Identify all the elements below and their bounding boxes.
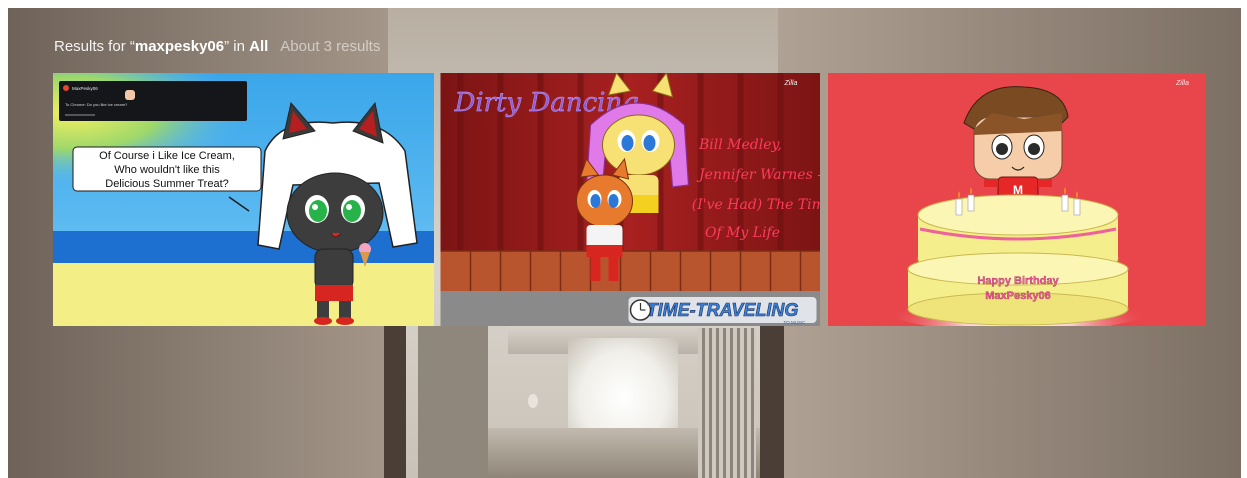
results-header: Results for “maxpesky06” in All About 3 r… bbox=[54, 38, 380, 60]
search-scope[interactable]: All bbox=[249, 38, 268, 55]
badge-subtitle: TO MUSIC bbox=[784, 320, 807, 325]
results-grid: MaxPesky06 To Chrome: Do you like ice cr… bbox=[53, 73, 1206, 328]
result-thumbnail[interactable]: Zilla M Happy Birthday MaxPesky06 bbox=[827, 73, 1206, 326]
banner-line-1: Happy Birthday bbox=[977, 275, 1059, 287]
background-door bbox=[418, 326, 488, 478]
results-count: About 3 results bbox=[280, 38, 381, 55]
banner-line-2: MaxPesky06 bbox=[985, 290, 1050, 302]
song-line-2: Jennifer Warnes - bbox=[696, 167, 820, 183]
results-middle: ” in bbox=[224, 38, 250, 55]
artist-watermark: Zilla bbox=[784, 80, 798, 87]
search-results-screen: Results for “maxpesky06” in All About 3 r… bbox=[8, 8, 1241, 478]
background-doorframe bbox=[760, 326, 784, 478]
speech-line-3: Delicious Summer Treat? bbox=[105, 178, 229, 190]
results-prefix: Results for “ bbox=[54, 38, 135, 55]
result-thumbnail[interactable]: Dirty Dancing Bill Medley, Jennifer Warn… bbox=[440, 73, 820, 326]
badge-title: TIME-TRAVELING bbox=[647, 300, 799, 320]
dirty-dancing-artwork: Dirty Dancing Bill Medley, Jennifer Warn… bbox=[440, 73, 820, 326]
inset-comment: To Chrome: Do you like ice cream? bbox=[65, 102, 128, 107]
speech-line-2: Who wouldn't like this bbox=[114, 164, 220, 176]
search-query: maxpesky06 bbox=[134, 38, 225, 55]
background-blinds bbox=[698, 328, 756, 478]
background-doorframe bbox=[384, 326, 406, 478]
background-light bbox=[528, 394, 538, 408]
ice-cream-cat-artwork: MaxPesky06 To Chrome: Do you like ice cr… bbox=[53, 73, 434, 326]
song-line-3: (I've Had) The Time bbox=[692, 197, 820, 213]
inset-username: MaxPesky06 bbox=[72, 86, 98, 91]
artist-watermark: Zilla bbox=[1175, 80, 1189, 87]
speech-line-1: Of Course i Like Ice Cream, bbox=[99, 150, 235, 162]
result-thumbnail[interactable]: MaxPesky06 To Chrome: Do you like ice cr… bbox=[53, 73, 434, 326]
birthday-cake-artwork: Zilla M Happy Birthday MaxPesky06 bbox=[828, 73, 1206, 326]
song-line-4: Of My Life bbox=[705, 225, 780, 241]
song-line-1: Bill Medley, bbox=[698, 137, 782, 153]
